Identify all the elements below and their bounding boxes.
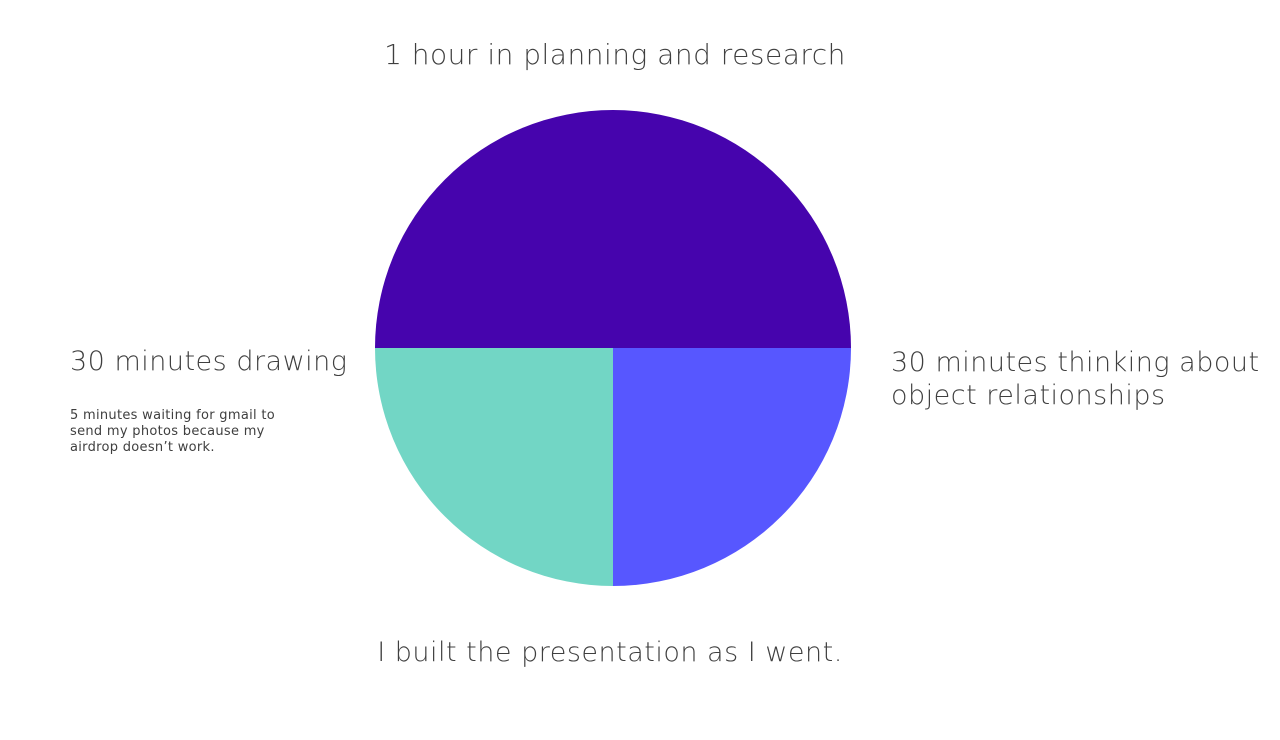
pie-slice-planning — [375, 110, 851, 348]
annotation-gmail-note: 5 minutes waiting for gmail to send my p… — [70, 408, 275, 455]
slice-label-planning: 1 hour in planning and research — [384, 38, 846, 71]
slice-label-thinking: 30 minutes thinking about object relatio… — [891, 347, 1260, 411]
annotation-presentation-note: I built the presentation as I went. — [377, 637, 843, 668]
slide: 1 hour in planning and research 30 minut… — [0, 0, 1280, 740]
pie-slice-thinking — [613, 348, 851, 586]
slice-label-drawing: 30 minutes drawing — [70, 346, 348, 377]
pie-slice-drawing — [375, 348, 613, 586]
